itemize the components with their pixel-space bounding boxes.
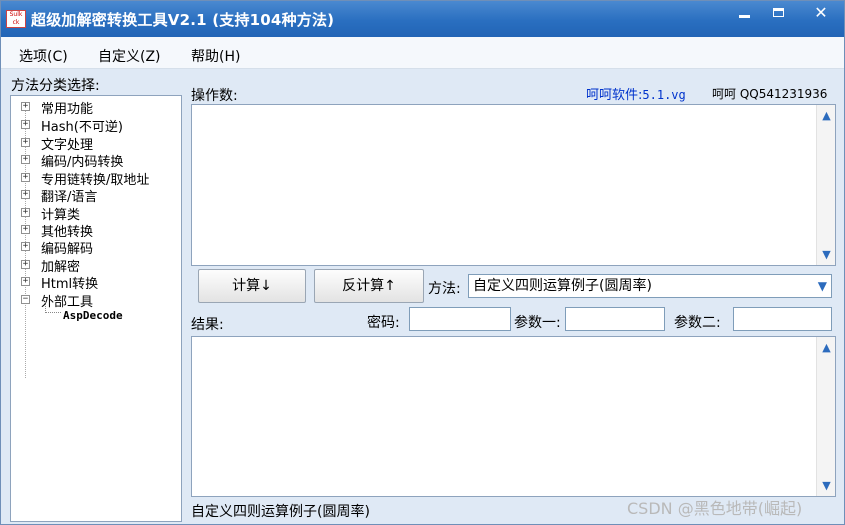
- close-icon: ✕: [814, 3, 828, 22]
- category-tree[interactable]: + 常用功能 + Hash(不可逆) + 文字处理 + 编码/内码转换 + 专用…: [10, 95, 182, 522]
- menu-custom[interactable]: 自定义(Z): [98, 46, 161, 66]
- tree-item-label: Html转换: [41, 277, 99, 292]
- status-text: 自定义四则运算例子(圆周率): [191, 504, 370, 520]
- brand-name: 呵呵软件:: [586, 88, 643, 103]
- collapse-icon[interactable]: −: [21, 295, 30, 304]
- expand-icon[interactable]: +: [21, 173, 30, 182]
- param2-field[interactable]: [733, 307, 832, 331]
- watermark: CSDN @黑色地带(崛起): [627, 499, 803, 518]
- param1-label: 参数一:: [514, 315, 561, 331]
- menu-bar: 选项(C) 自定义(Z) 帮助(H): [1, 37, 844, 69]
- window-title: 超级加解密转换工具V2.1 (支持104种方法): [31, 11, 335, 29]
- param2-label: 参数二:: [674, 315, 721, 331]
- operand-input[interactable]: ▲ ▼: [191, 104, 836, 266]
- tree-item-label: 常用功能: [41, 102, 94, 117]
- menu-options[interactable]: 选项(C): [19, 46, 68, 66]
- menu-help[interactable]: 帮助(H): [191, 46, 240, 66]
- operand-label: 操作数:: [191, 88, 238, 104]
- method-label: 方法:: [428, 281, 461, 297]
- maximize-button[interactable]: [763, 3, 793, 25]
- app-window: Sulk ck 超级加解密转换工具V2.1 (支持104种方法) ✕ 选项(C)…: [0, 0, 845, 525]
- minimize-icon: [738, 15, 750, 18]
- method-select[interactable]: 自定义四则运算例子(圆周率) ▼: [468, 274, 832, 298]
- expand-icon[interactable]: +: [21, 260, 30, 269]
- app-logo-icon: Sulk ck: [6, 10, 26, 28]
- tree-connector: [45, 301, 61, 313]
- expand-icon[interactable]: +: [21, 102, 30, 111]
- param1-field[interactable]: [565, 307, 665, 331]
- tree-item-label: 编码解码: [41, 242, 94, 257]
- expand-icon[interactable]: +: [21, 155, 30, 164]
- method-select-value: 自定义四则运算例子(圆周率): [473, 278, 652, 294]
- expand-icon[interactable]: +: [21, 208, 30, 217]
- qq-contact: 呵呵 QQ541231936: [712, 87, 828, 101]
- brand-link[interactable]: 呵呵软件:5.1.vg: [586, 84, 686, 103]
- brand-version: 5.1.vg: [642, 88, 686, 102]
- expand-icon[interactable]: +: [21, 120, 30, 129]
- password-field[interactable]: [409, 307, 511, 331]
- result-output[interactable]: ▲ ▼: [191, 336, 836, 497]
- reverse-calculate-button[interactable]: 反计算↑: [314, 269, 424, 303]
- scroll-down-icon[interactable]: ▼: [820, 479, 833, 492]
- minimize-button[interactable]: [729, 3, 759, 25]
- operand-scrollbar[interactable]: ▲ ▼: [816, 105, 835, 265]
- expand-icon[interactable]: +: [21, 277, 30, 286]
- tree-item-label: Hash(不可逆): [41, 120, 123, 135]
- expand-icon[interactable]: +: [21, 138, 30, 147]
- result-scrollbar[interactable]: ▲ ▼: [816, 337, 835, 496]
- chevron-down-icon[interactable]: ▼: [818, 275, 827, 297]
- category-label: 方法分类选择:: [11, 78, 100, 94]
- scroll-down-icon[interactable]: ▼: [820, 248, 833, 261]
- close-button[interactable]: ✕: [806, 3, 836, 25]
- title-bar[interactable]: Sulk ck 超级加解密转换工具V2.1 (支持104种方法) ✕: [1, 1, 844, 37]
- result-label: 结果:: [191, 317, 224, 333]
- password-label: 密码:: [367, 315, 400, 331]
- expand-icon[interactable]: +: [21, 190, 30, 199]
- scroll-up-icon[interactable]: ▲: [820, 109, 833, 122]
- tree-item-label: 翻译/语言: [41, 190, 98, 205]
- expand-icon[interactable]: +: [21, 225, 30, 234]
- calculate-button[interactable]: 计算↓: [198, 269, 306, 303]
- tree-item-aspdecode[interactable]: AspDecode: [63, 309, 123, 322]
- expand-icon[interactable]: +: [21, 242, 30, 251]
- scroll-up-icon[interactable]: ▲: [820, 341, 833, 354]
- tree-item-label: 编码/内码转换: [41, 155, 124, 170]
- maximize-icon: [772, 8, 784, 17]
